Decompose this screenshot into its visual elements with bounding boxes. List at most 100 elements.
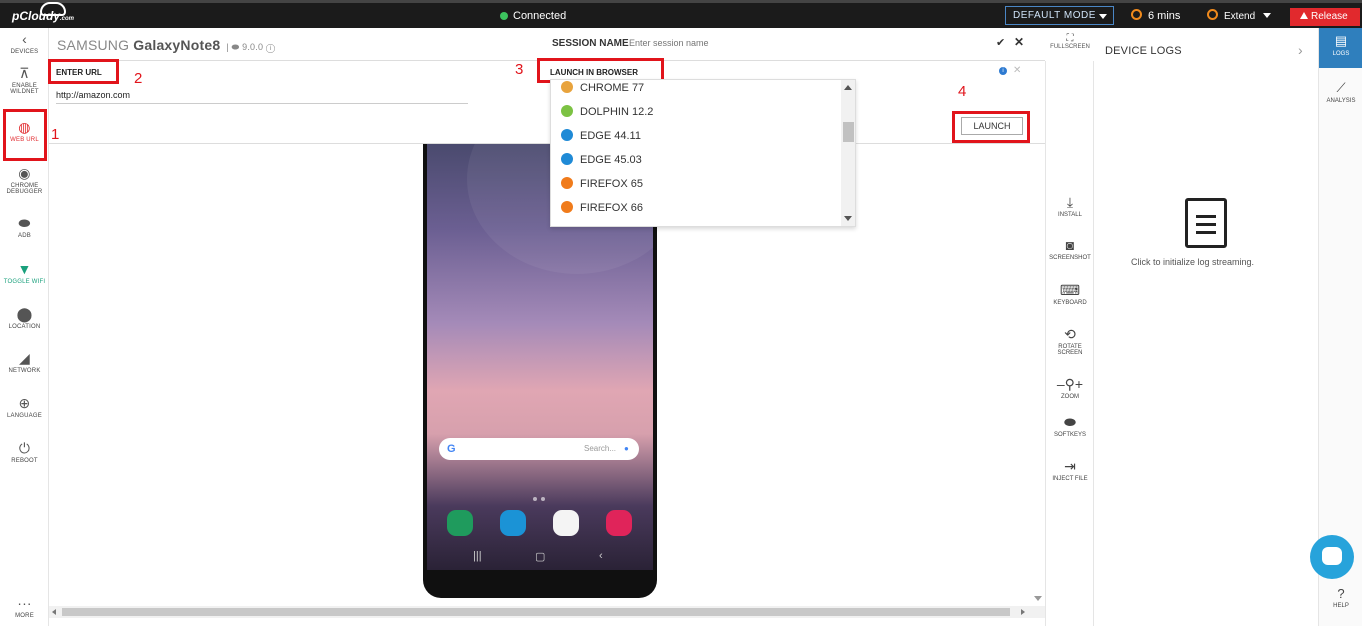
recents-icon[interactable]: |||	[473, 550, 482, 562]
android-icon: ⬬	[18, 215, 31, 231]
zoom-icon: –⚲+	[1056, 376, 1084, 392]
firefox-icon	[561, 201, 573, 213]
scroll-down-arrow[interactable]	[1034, 596, 1042, 601]
sidebar-item-language[interactable]: ⊕ LANGUAGE	[0, 396, 49, 419]
google-search-widget[interactable]: G Search... ●	[439, 438, 639, 460]
zoom-button[interactable]: –⚲+ ZOOM	[1046, 377, 1094, 400]
browser-option[interactable]: DOLPHIN 12.2	[561, 102, 653, 122]
timer-icon	[1131, 9, 1142, 20]
sidebar-item-chrome-debugger[interactable]: ◉ CHROME DEBUGGER	[0, 166, 49, 195]
phone-app-icon[interactable]	[447, 510, 473, 536]
fullscreen-button[interactable]: ⛶ FULLSCREEN	[1046, 28, 1094, 61]
device-tools: ⤓ INSTALL ◙ SCREENSHOT ⌨ KEYBOARD ⟲ ROTATE S…	[1045, 61, 1094, 626]
pcloudy-logo[interactable]: pCloudy .com	[12, 2, 74, 23]
camera-app-icon[interactable]	[606, 510, 632, 536]
sidebar-item-toggle-wifi[interactable]: ▼ TOGGLE WIFI	[0, 262, 49, 285]
close-icon[interactable]: ✕	[1013, 65, 1021, 76]
power-icon: ⏻	[18, 440, 31, 456]
connected-dot-icon	[500, 12, 508, 20]
browser-option[interactable]: FIREFOX 65	[561, 174, 643, 194]
rotate-screen-button[interactable]: ⟲ ROTATE SCREEN	[1046, 327, 1094, 356]
inject-file-button[interactable]: ⇥ INJECT FILE	[1046, 459, 1094, 482]
android-version: | ⬬ 9.0.0 ⓘ	[226, 42, 276, 52]
play-store-app-icon[interactable]	[553, 510, 579, 536]
screenshot-button[interactable]: ◙ SCREENSHOT	[1046, 238, 1094, 261]
annotation-number-2: 2	[134, 70, 143, 87]
firefox-icon	[561, 177, 573, 189]
annotation-number-3: 3	[515, 61, 524, 78]
browser-option[interactable]: FIREFOX 66	[561, 198, 643, 218]
install-button[interactable]: ⤓ INSTALL	[1046, 195, 1094, 218]
sidebar-item-network[interactable]: ◢ NETWORK	[0, 351, 49, 374]
browser-option[interactable]: EDGE 44.11	[561, 126, 641, 146]
chrome-icon: ◉	[18, 165, 31, 181]
document-icon[interactable]	[1185, 198, 1227, 248]
sidebar-item-adb[interactable]: ⬬ ADB	[0, 216, 49, 239]
connection-status: Connected	[500, 10, 566, 22]
browser-option[interactable]: CHROME 77	[561, 80, 644, 98]
annotation-box-4	[952, 111, 1030, 143]
dolphin-icon	[561, 105, 573, 117]
sidebar-item-devices[interactable]: ‹ DEVICES	[0, 32, 49, 55]
fullscreen-icon: ⛶	[1066, 33, 1074, 44]
rotate-icon: ⟲	[1064, 326, 1076, 342]
softkeys-button[interactable]: ⬬ SOFTKEYS	[1046, 415, 1094, 438]
annotation-box-1	[3, 109, 47, 161]
info-icon[interactable]: i	[999, 67, 1007, 75]
edge-icon	[561, 153, 573, 165]
annotation-number-1: 1	[51, 126, 60, 143]
help-icon: ?	[1337, 586, 1345, 601]
google-icon: G	[447, 443, 456, 455]
url-input[interactable]	[56, 86, 468, 104]
mic-icon: ●	[624, 444, 629, 453]
close-icon[interactable]: ✕	[1014, 35, 1024, 49]
device-title: SAMSUNG GalaxyNote8 | ⬬ 9.0.0 ⓘ	[57, 37, 276, 53]
horizontal-scrollbar[interactable]	[49, 606, 1045, 618]
analysis-chart-icon: ⟋	[1336, 80, 1346, 95]
sidebar-item-wildnet[interactable]: ⊼ ENABLE WILDNET	[0, 66, 49, 95]
wifi-icon: ▼	[17, 261, 32, 277]
keyboard-icon: ⌨	[1059, 282, 1081, 298]
inject-icon: ⇥	[1064, 458, 1076, 474]
tab-logs[interactable]: ▤ LOGS	[1319, 28, 1362, 68]
browser-dropdown[interactable]: CHROME 77 DOLPHIN 12.2 EDGE 44.11 EDGE 4…	[550, 79, 856, 227]
device-stage: G Search... ● ||| ▢ ‹	[49, 144, 1045, 618]
camera-icon: ◙	[1065, 237, 1075, 253]
edge-icon	[561, 129, 573, 141]
android-nav-bar: ||| ▢ ‹	[427, 546, 653, 570]
keyboard-button[interactable]: ⌨ KEYBOARD	[1046, 283, 1094, 306]
extend-dropdown[interactable]: Extend	[1207, 9, 1272, 22]
globe-icon: ⊕	[18, 395, 31, 411]
location-pin-icon: ⬤	[16, 306, 33, 322]
chat-widget-button[interactable]	[1310, 535, 1354, 579]
confirm-check-icon[interactable]: ✔	[996, 36, 1005, 49]
page-indicator	[533, 488, 553, 501]
download-icon: ⤓	[1066, 194, 1074, 210]
help-button[interactable]: ? HELP	[1319, 586, 1362, 609]
messages-app-icon[interactable]	[500, 510, 526, 536]
tab-analysis[interactable]: ⟋ ANALYSIS	[1319, 80, 1362, 104]
device-header: SAMSUNG GalaxyNote8 | ⬬ 9.0.0 ⓘ SESSION N…	[49, 28, 1045, 61]
android-icon: ⬬	[1064, 414, 1076, 430]
sidebar-item-reboot[interactable]: ⏻ REBOOT	[0, 441, 49, 464]
chevron-right-icon[interactable]: ›	[1298, 42, 1303, 58]
more-dots-icon: ···	[17, 595, 32, 611]
device-logs-panel: DEVICE LOGS › Click to initialize log st…	[1095, 28, 1318, 626]
annotation-box-2	[48, 59, 119, 84]
mode-dropdown[interactable]: DEFAULT MODE	[1005, 6, 1114, 25]
chevron-down-icon	[1099, 14, 1107, 19]
annotation-number-4: 4	[958, 83, 967, 100]
log-streaming-hint[interactable]: Click to initialize log streaming.	[1131, 257, 1254, 267]
chevron-down-icon	[1263, 13, 1272, 18]
chrome-icon	[561, 81, 573, 93]
browser-option[interactable]: EDGE 45.03	[561, 150, 642, 170]
release-button[interactable]: Release	[1290, 8, 1360, 26]
sidebar-item-more[interactable]: ··· MORE	[0, 596, 49, 619]
session-name-input[interactable]	[629, 34, 929, 52]
back-icon[interactable]: ‹	[599, 550, 603, 562]
home-icon[interactable]: ▢	[535, 550, 545, 563]
antenna-icon: ⊼	[19, 65, 30, 81]
eject-icon	[1300, 12, 1308, 19]
dropdown-scrollbar[interactable]	[841, 80, 855, 226]
sidebar-item-location[interactable]: ⬤ LOCATION	[0, 307, 49, 330]
